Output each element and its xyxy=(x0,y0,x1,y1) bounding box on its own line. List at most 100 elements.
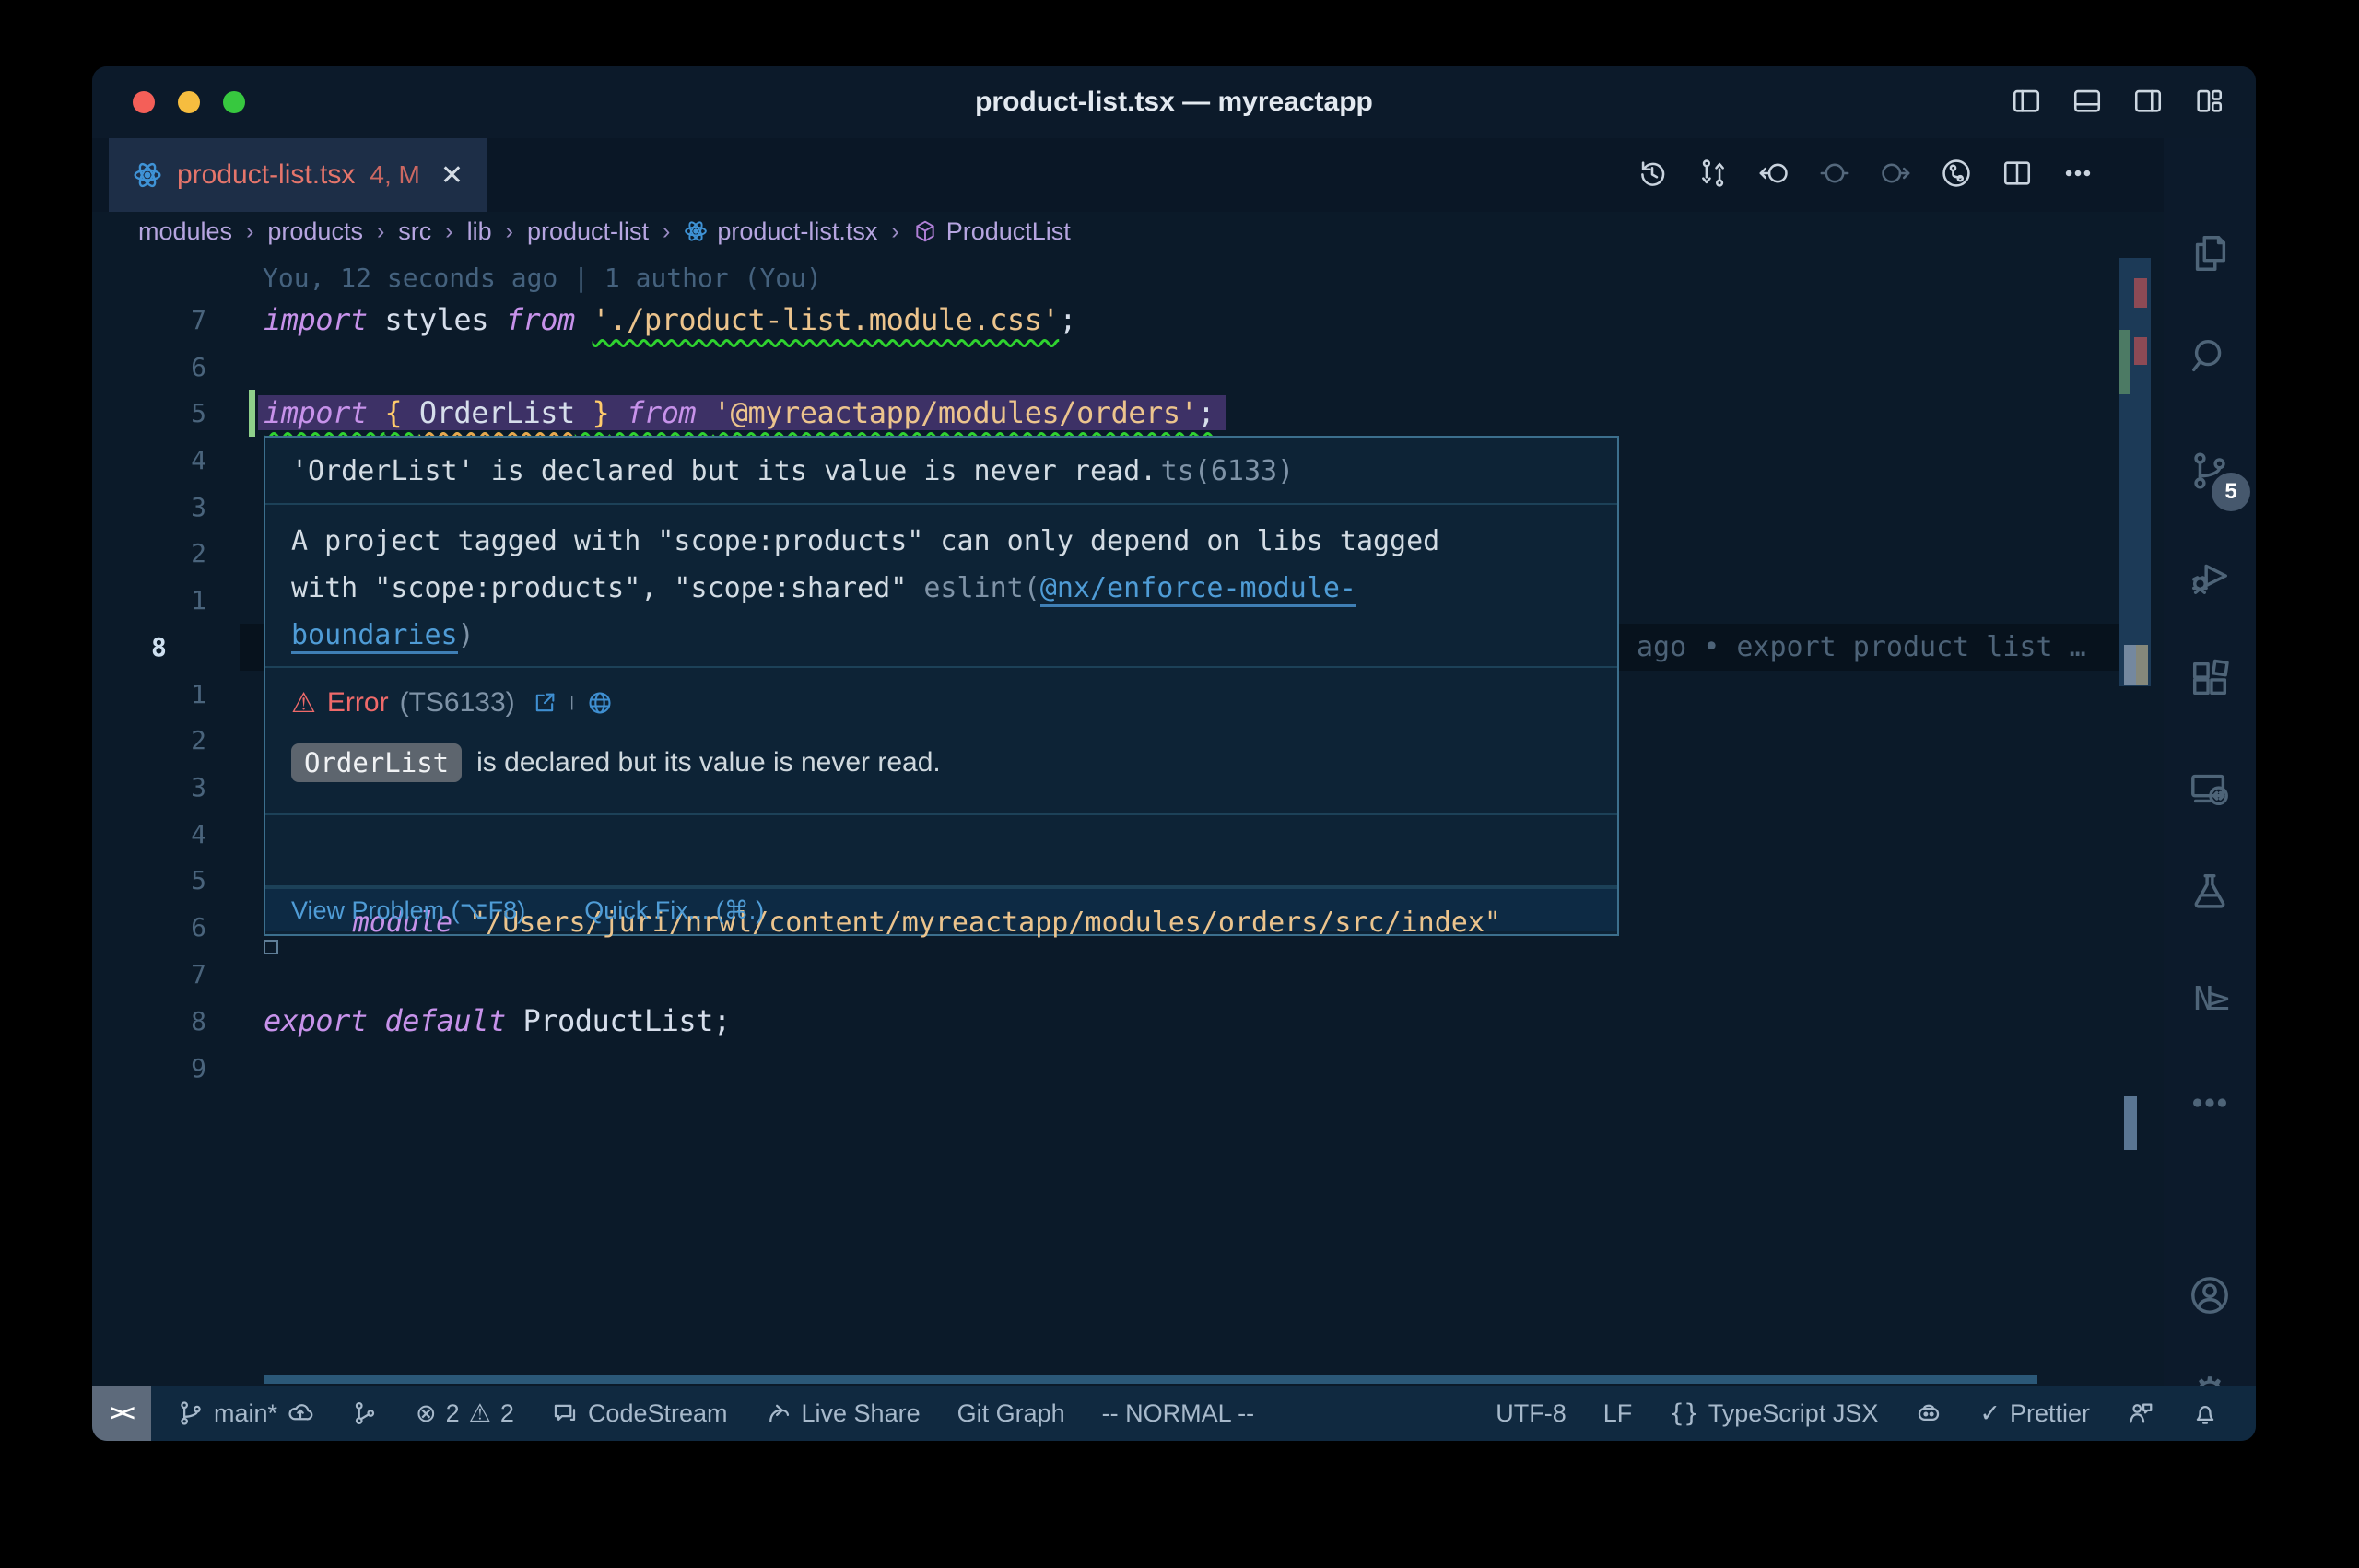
extensions-icon[interactable] xyxy=(2164,632,2256,724)
nx-console-icon[interactable]: N≥ xyxy=(2164,953,2256,1045)
error-hover-popup: 'OrderList' is declared but its value is… xyxy=(264,436,1619,936)
explorer-icon[interactable] xyxy=(2164,207,2256,299)
gutter-line-number: 4 xyxy=(92,811,206,858)
breadcrumb-item[interactable]: product-list xyxy=(527,217,649,246)
encoding-item[interactable]: UTF-8 xyxy=(1496,1399,1567,1428)
cursor-bar xyxy=(249,390,255,437)
search-icon[interactable] xyxy=(2164,310,2256,402)
ruler-error-mark xyxy=(2134,337,2147,365)
feedback-item[interactable] xyxy=(2127,1399,2154,1427)
git-graph-item[interactable]: Git Graph xyxy=(957,1399,1065,1428)
editor-actions xyxy=(1637,138,2094,212)
warnings-icon: ⚠ xyxy=(469,1399,491,1428)
breadcrumb-item[interactable]: lib xyxy=(467,217,492,246)
next-change-icon[interactable] xyxy=(1880,158,1911,193)
copilot-icon xyxy=(1915,1399,1942,1427)
vertical-scrollbar[interactable] xyxy=(2119,258,2151,686)
more-views-icon[interactable] xyxy=(2164,1057,2256,1149)
change-dash-icon[interactable] xyxy=(1819,158,1850,193)
breadcrumb-separator: › xyxy=(445,218,452,245)
titlebar: product-list.tsx — myreactapp xyxy=(92,66,2256,138)
breadcrumb-item[interactable]: modules xyxy=(138,217,232,246)
live-share-icon xyxy=(765,1399,792,1427)
gutter-line-number: 6 xyxy=(92,344,206,391)
errors-icon: ⊗ xyxy=(416,1399,437,1428)
graph-icon xyxy=(351,1399,379,1427)
eslint-rule-link[interactable]: boundaries xyxy=(291,619,458,654)
gutter-line-number: 1 xyxy=(92,577,206,624)
react-icon xyxy=(684,219,708,243)
code-row: You, 12 seconds ago | 1 author (You) xyxy=(92,254,2164,301)
globe-icon[interactable] xyxy=(587,690,613,716)
breadcrumb-item-symbol[interactable]: ProductList xyxy=(913,217,1071,246)
eslint-message-line2: with "scope:products", "scope:shared" es… xyxy=(291,565,1591,612)
prettier-item[interactable]: ✓ Prettier xyxy=(1979,1399,2090,1428)
more-actions-icon[interactable] xyxy=(2062,158,2094,193)
symbol-cube-icon xyxy=(913,219,937,243)
popup-ts-message: 'OrderList' is declared but its value is… xyxy=(265,438,1617,505)
activity-bar: 5 N≥ ⚙ 1 xyxy=(2164,138,2256,1386)
quick-fix-button[interactable]: Quick Fix... (⌘.) xyxy=(584,896,764,925)
gutter-line-number: 2 xyxy=(92,530,206,577)
gutter-line-number: 1 xyxy=(92,671,206,718)
horizontal-scrollbar[interactable] xyxy=(264,1375,2037,1384)
view-problem-button[interactable]: View Problem (⌥F8) xyxy=(291,896,525,925)
gutter-line-number: 3 xyxy=(92,764,206,811)
ruler-info-mark xyxy=(2136,645,2148,685)
popup-resize-grip[interactable] xyxy=(264,940,278,954)
error-header-row: ⚠ Error (TS6133) | xyxy=(291,683,1591,723)
breadcrumb-item-file[interactable]: product-list.tsx xyxy=(684,217,877,246)
breadcrumb-separator: › xyxy=(891,218,898,245)
ruler-content-mark xyxy=(2124,1096,2137,1150)
tab-label: product-list.tsx xyxy=(177,159,355,191)
notifications-bell-item[interactable] xyxy=(2191,1399,2219,1427)
language-item[interactable]: {} TypeScript JSX xyxy=(1669,1399,1878,1428)
graph-item[interactable] xyxy=(351,1399,379,1427)
toggle-primary-sidebar-icon[interactable] xyxy=(2011,85,2042,121)
tab-close-icon[interactable]: ✕ xyxy=(435,159,464,192)
error-label: Error xyxy=(327,687,389,719)
check-icon: ✓ xyxy=(1979,1399,2001,1428)
codestream-item[interactable]: CodeStream xyxy=(551,1399,728,1428)
gutter-line-number-active: 8 xyxy=(151,624,167,671)
previous-change-icon[interactable] xyxy=(1758,158,1790,193)
gutter-line-number: 3 xyxy=(92,484,206,531)
error-description: is declared but its value is never read. xyxy=(476,747,941,778)
git-graph-view-icon[interactable] xyxy=(1941,158,1972,193)
breadcrumb-separator: › xyxy=(246,218,253,245)
eol-item[interactable]: LF xyxy=(1603,1399,1633,1428)
react-icon xyxy=(133,160,162,190)
error-code: (TS6133) xyxy=(400,687,515,719)
split-editor-icon[interactable] xyxy=(2001,158,2033,193)
code-line-import-styles[interactable]: import styles from './product-list.modul… xyxy=(264,297,1076,344)
compare-changes-icon[interactable] xyxy=(1697,158,1729,193)
toggle-panel-icon[interactable] xyxy=(2071,85,2103,121)
eslint-rule-link[interactable]: @nx/enforce-module- xyxy=(1040,572,1356,607)
code-row: 5 import { OrderList } from '@myreactapp… xyxy=(92,390,2164,437)
ruler-error-mark xyxy=(2134,278,2147,308)
test-beaker-icon[interactable] xyxy=(2164,845,2256,937)
source-control-icon[interactable]: 5 xyxy=(2164,425,2256,517)
timeline-history-icon[interactable] xyxy=(1637,158,1668,193)
run-debug-icon[interactable] xyxy=(2164,530,2256,622)
open-external-icon[interactable] xyxy=(532,690,557,716)
live-share-item[interactable]: Live Share xyxy=(765,1399,921,1428)
tab-strip: product-list.tsx 4, M ✕ xyxy=(92,138,2164,212)
code-line-import-orderlist[interactable]: import { OrderList } from '@myreactapp/m… xyxy=(264,390,1226,437)
breadcrumb-item[interactable]: products xyxy=(267,217,363,246)
toggle-secondary-sidebar-icon[interactable] xyxy=(2132,85,2164,121)
breadcrumb: modules › products › src › lib › product… xyxy=(138,212,2164,251)
copilot-item[interactable] xyxy=(1915,1399,1942,1427)
git-branch-item[interactable]: main* xyxy=(177,1399,314,1428)
vim-mode-indicator[interactable]: -- NORMAL -- xyxy=(1102,1399,1254,1428)
customize-layout-icon[interactable] xyxy=(2193,85,2224,121)
gitlens-blame-annotation: You, 12 seconds ago | 1 author (You) xyxy=(263,254,822,301)
remote-indicator[interactable]: >< xyxy=(92,1386,151,1441)
problems-item[interactable]: ⊗ 2 ⚠ 2 xyxy=(416,1399,514,1428)
popup-eslint-message: A project tagged with "scope:products" c… xyxy=(265,505,1617,668)
remote-explorer-icon[interactable] xyxy=(2164,743,2256,836)
account-icon[interactable] xyxy=(2164,1249,2256,1341)
tab-product-list[interactable]: product-list.tsx 4, M ✕ xyxy=(109,138,487,212)
feedback-icon xyxy=(2127,1399,2154,1427)
breadcrumb-item[interactable]: src xyxy=(398,217,431,246)
